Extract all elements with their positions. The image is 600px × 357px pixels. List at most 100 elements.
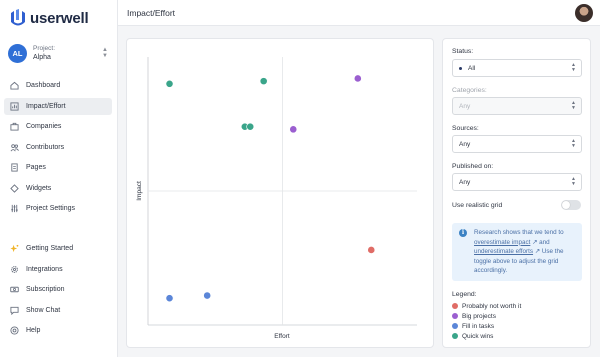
sidebar: userwell AL Project: Alpha ▲ ▼ Dashboard I…	[0, 0, 118, 357]
realistic-grid-toggle[interactable]	[561, 200, 581, 210]
sidebar-item-label: Pages	[26, 164, 46, 171]
legend-dot-icon	[452, 323, 458, 329]
money-icon	[9, 285, 19, 295]
toggle-knob	[562, 201, 570, 209]
sidebar-item-show-chat[interactable]: Show Chat	[4, 302, 112, 319]
realistic-grid-label: Use realistic grid	[452, 202, 503, 209]
categories-value: Any	[459, 102, 471, 110]
legend-item: Probably not worth it	[452, 301, 521, 311]
legend: Legend: Probably not worth it Big project…	[452, 291, 521, 341]
sources-select[interactable]: Any ▲ ▼	[452, 135, 582, 153]
impact-effort-chart: Effort Impact	[126, 38, 434, 348]
published-value: Any	[459, 178, 471, 186]
project-avatar: AL	[8, 43, 27, 63]
widget-icon	[9, 183, 19, 193]
project-label: Project:	[33, 45, 56, 52]
sources-label: Sources:	[452, 125, 479, 132]
chat-icon	[9, 305, 19, 315]
sidebar-item-label: Widgets	[26, 184, 52, 192]
logo[interactable]: userwell	[10, 8, 89, 28]
data-point[interactable]	[165, 79, 174, 88]
data-point[interactable]	[165, 294, 174, 303]
chevron-updown-icon: ▲ ▼	[571, 100, 576, 111]
legend-item: Fill in tasks	[452, 321, 521, 331]
x-axis-label: Effort	[274, 333, 290, 340]
logo-mark-icon	[11, 9, 25, 26]
info-text-1: Research shows that we tend to	[474, 229, 564, 236]
help-icon	[9, 326, 19, 336]
chevron-updown-icon: ▲ ▼	[102, 47, 108, 59]
chevron-updown-icon: ▲ ▼	[571, 176, 576, 187]
sidebar-item-integrations[interactable]: Integrations	[4, 261, 112, 278]
legend-dot-icon	[452, 303, 458, 309]
data-point[interactable]	[353, 74, 362, 83]
info-box: i Research shows that we tend to overest…	[452, 223, 582, 281]
main-nav: Dashboard Impact/Effort Companies Contribut…	[4, 77, 112, 221]
logo-text: userwell	[30, 9, 89, 27]
status-label: Status:	[452, 48, 474, 55]
data-point[interactable]	[289, 125, 298, 134]
legend-item: Quick wins	[452, 331, 521, 341]
sidebar-item-label: Companies	[26, 123, 62, 130]
legend-item: Big projects	[452, 311, 521, 321]
sidebar-item-label: Show Chat	[26, 306, 61, 314]
categories-select[interactable]: Any ▲ ▼	[452, 97, 582, 115]
data-point[interactable]	[259, 77, 268, 86]
sidebar-item-label: Getting Started	[26, 245, 74, 252]
published-label: Published on:	[452, 163, 494, 170]
external-link-icon: ↗	[532, 238, 538, 246]
legend-dot-icon	[452, 333, 458, 339]
sources-value: Any	[459, 140, 471, 148]
users-icon	[9, 142, 19, 152]
sidebar-item-help[interactable]: Help	[4, 322, 112, 339]
sparkle-icon	[9, 244, 19, 254]
underestimate-efforts-link[interactable]: underestimate efforts	[474, 248, 533, 255]
chart-icon	[9, 101, 19, 111]
home-icon	[9, 81, 19, 91]
project-name: Alpha	[33, 54, 51, 61]
data-point[interactable]	[246, 122, 255, 131]
status-value: All	[468, 64, 476, 72]
gear-icon	[9, 264, 19, 274]
legend-label: Fill in tasks	[462, 322, 495, 330]
sidebar-item-contributors[interactable]: Contributors	[4, 139, 112, 156]
sidebar-item-subscription[interactable]: Subscription	[4, 281, 112, 298]
sidebar-item-getting-started[interactable]: Getting Started	[4, 240, 112, 257]
user-avatar[interactable]	[575, 4, 593, 22]
sidebar-item-companies[interactable]: Companies	[4, 118, 112, 135]
info-text-2: and	[539, 238, 550, 246]
legend-label: Probably not worth it	[462, 302, 522, 310]
overestimate-impact-link[interactable]: overestimate impact	[474, 239, 530, 246]
data-point[interactable]	[367, 246, 376, 254]
chevron-updown-icon: ▲ ▼	[571, 138, 576, 149]
sidebar-item-label: Impact/Effort	[26, 102, 66, 110]
legend-dot-icon	[452, 313, 458, 319]
filter-panel: Status: All ▲ ▼ Categories: Any ▲ ▼ Source…	[442, 38, 591, 348]
project-switcher[interactable]: AL Project: Alpha ▲ ▼	[8, 42, 110, 64]
sidebar-item-pages[interactable]: Pages	[4, 159, 112, 176]
chevron-updown-icon: ▲ ▼	[571, 62, 576, 73]
data-point[interactable]	[203, 291, 212, 300]
sidebar-item-label: Help	[26, 327, 41, 334]
sidebar-item-project-settings[interactable]: Project Settings	[4, 200, 112, 217]
top-bar: Impact/Effort	[118, 0, 600, 26]
external-link-icon: ↗	[534, 248, 541, 256]
pages-icon	[9, 163, 19, 173]
sidebar-item-label: Subscription	[26, 286, 65, 293]
categories-label: Categories:	[452, 87, 487, 94]
sidebar-item-widgets[interactable]: Widgets	[4, 180, 112, 197]
y-axis-label: Impact	[136, 181, 143, 201]
status-select[interactable]: All ▲ ▼	[452, 59, 582, 77]
briefcase-icon	[9, 122, 19, 132]
sidebar-item-label: Dashboard	[26, 82, 61, 89]
legend-label: Big projects	[462, 312, 496, 320]
sidebar-item-label: Project Settings	[26, 205, 76, 212]
sidebar-item-impact-effort[interactable]: Impact/Effort	[4, 97, 112, 115]
status-dot-icon	[459, 66, 462, 70]
sidebar-item-dashboard[interactable]: Dashboard	[4, 77, 112, 94]
secondary-nav: Getting Started Integrations Subscription S…	[4, 240, 112, 343]
scatter-plot: Effort Impact	[136, 57, 417, 340]
legend-title: Legend:	[452, 291, 477, 298]
published-select[interactable]: Any ▲ ▼	[452, 173, 582, 191]
legend-label: Quick wins	[462, 332, 494, 340]
